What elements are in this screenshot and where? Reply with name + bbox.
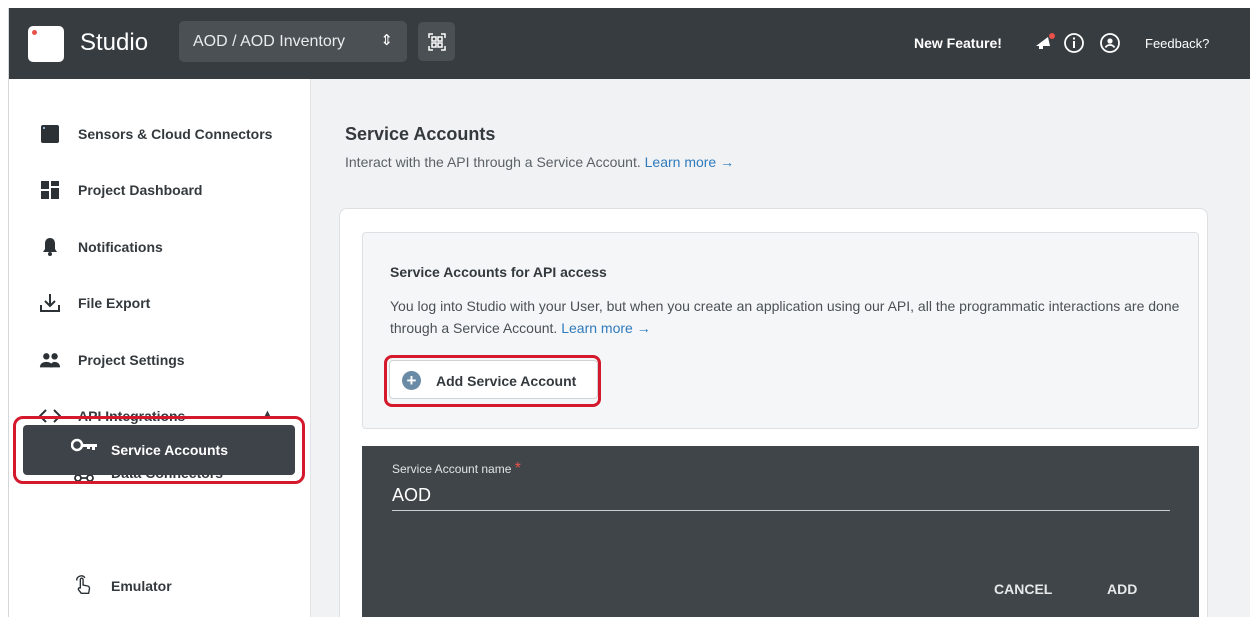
input-underline	[392, 510, 1170, 511]
service-account-name-input[interactable]: AOD	[392, 485, 431, 506]
sidebar-item-file-export[interactable]: File Export	[9, 283, 311, 323]
info-box-body: You log into Studio with your User, but …	[390, 298, 1180, 336]
highlight-box-add-button	[384, 355, 601, 407]
bell-icon	[39, 236, 61, 258]
sidebar-item-label: Notifications	[78, 239, 163, 255]
download-icon	[39, 292, 61, 314]
project-selector[interactable]: AOD / AOD Inventory ⇕	[179, 21, 407, 62]
sidebar-item-sensors[interactable]: Sensors & Cloud Connectors	[9, 114, 311, 154]
cancel-button[interactable]: CANCEL	[994, 581, 1052, 597]
highlight-box-sidebar	[13, 416, 305, 484]
sensor-icon	[39, 123, 61, 145]
sidebar-item-label: Project Dashboard	[78, 182, 203, 198]
field-label-text: Service Account name	[392, 462, 512, 476]
app-window: Studio AOD / AOD Inventory ⇕ New Feature…	[8, 8, 1250, 617]
touch-icon	[73, 575, 95, 597]
sidebar-item-label: Project Settings	[78, 352, 185, 368]
learn-more-link[interactable]: Learn more →	[645, 154, 734, 170]
dashboard-icon	[39, 179, 61, 201]
info-box-title: Service Accounts for API access	[390, 264, 607, 280]
qr-code-icon	[427, 32, 446, 51]
required-marker: *	[514, 460, 521, 477]
add-button[interactable]: ADD	[1107, 581, 1137, 597]
studio-logo[interactable]	[28, 26, 64, 62]
user-icon[interactable]	[1099, 32, 1121, 54]
top-bar: Studio AOD / AOD Inventory ⇕ New Feature…	[9, 8, 1250, 79]
service-account-name-label: Service Account name *	[392, 460, 521, 478]
app-title: Studio	[80, 29, 149, 56]
info-box-text: You log into Studio with your User, but …	[390, 295, 1180, 339]
sidebar-item-emulator[interactable]: Emulator	[9, 566, 311, 606]
sidebar-item-notifications[interactable]: Notifications	[9, 227, 311, 267]
project-selector-label: AOD / AOD Inventory	[193, 32, 346, 50]
page-title: Service Accounts	[345, 124, 496, 144]
page-subtitle-text: Interact with the API through a Service …	[345, 154, 641, 170]
qr-code-button[interactable]	[418, 22, 455, 61]
info-learn-more-link[interactable]: Learn more →	[561, 320, 650, 336]
new-feature-label[interactable]: New Feature!	[914, 35, 1002, 51]
chevron-updown-icon: ⇕	[380, 32, 393, 49]
megaphone-icon[interactable]	[1033, 32, 1057, 54]
sidebar-item-label: Sensors & Cloud Connectors	[78, 126, 273, 142]
people-icon	[39, 349, 61, 371]
sidebar: Sensors & Cloud Connectors Project Dashb…	[9, 79, 311, 617]
sidebar-item-label: File Export	[78, 295, 151, 311]
feedback-link[interactable]: Feedback?	[1145, 36, 1209, 51]
sidebar-item-project-dashboard[interactable]: Project Dashboard	[9, 170, 311, 210]
page-subtitle: Interact with the API through a Service …	[345, 154, 734, 170]
sidebar-item-project-settings[interactable]: Project Settings	[9, 340, 311, 380]
info-icon[interactable]	[1063, 32, 1085, 54]
sidebar-item-label: Emulator	[111, 578, 172, 594]
